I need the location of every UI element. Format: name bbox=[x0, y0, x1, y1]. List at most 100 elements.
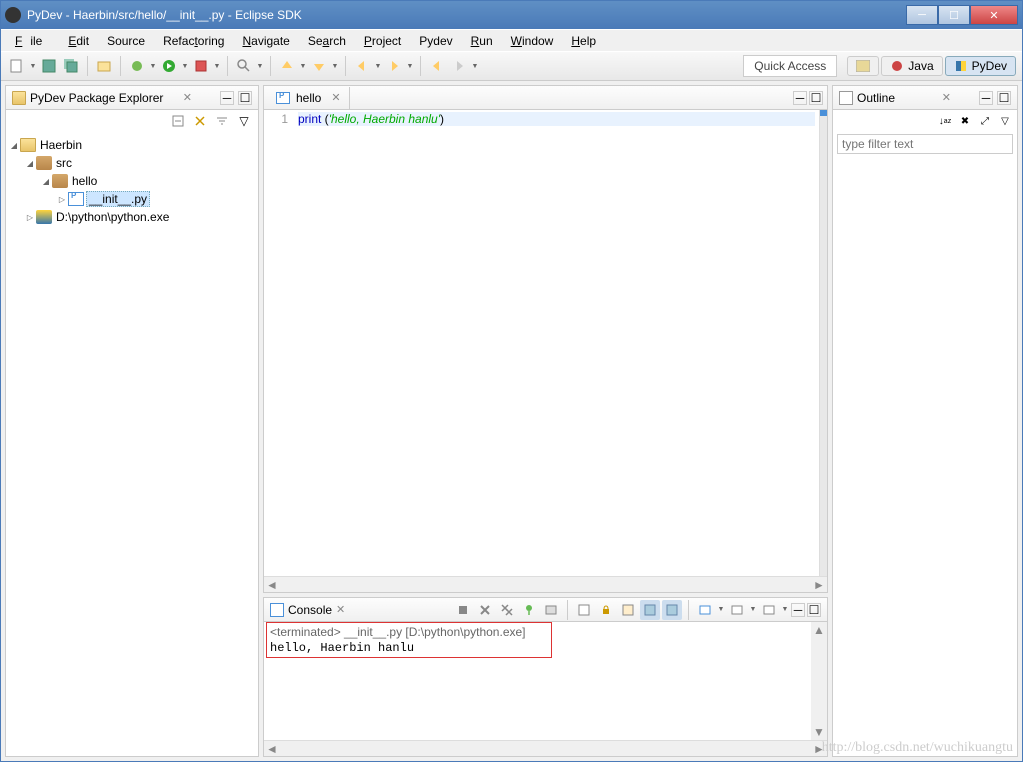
external-tools-button[interactable] bbox=[191, 56, 211, 76]
maximize-button[interactable]: ☐ bbox=[938, 5, 970, 25]
console-scrollbar-horizontal[interactable]: ◄ ► bbox=[264, 740, 827, 756]
open-console-button[interactable] bbox=[695, 600, 715, 620]
menu-refactoring[interactable]: Refactoring bbox=[155, 32, 232, 50]
console-output-dropdown[interactable]: ▼ bbox=[781, 600, 789, 620]
expand-icon[interactable]: ◢ bbox=[24, 157, 36, 169]
remove-all-terminated-button[interactable] bbox=[497, 600, 517, 620]
save-button[interactable] bbox=[39, 56, 59, 76]
console-minimize-button[interactable]: ─ bbox=[791, 603, 805, 617]
tree-package[interactable]: ◢ hello bbox=[8, 172, 256, 190]
scroll-down-icon[interactable]: ▼ bbox=[811, 724, 827, 740]
editor-tab-close-icon[interactable]: ✕ bbox=[331, 91, 340, 104]
code-area[interactable]: print ('hello, Haerbin hanlu') bbox=[294, 110, 819, 576]
quick-access-field[interactable]: Quick Access bbox=[743, 55, 837, 77]
console-maximize-button[interactable]: ☐ bbox=[807, 603, 821, 617]
scroll-up-icon[interactable]: ▲ bbox=[811, 622, 827, 638]
tree-file[interactable]: ▷ __init__.py bbox=[8, 190, 256, 208]
filters-button[interactable] bbox=[214, 113, 230, 129]
console-view-button[interactable] bbox=[662, 600, 682, 620]
run-dropdown[interactable]: ▼ bbox=[181, 56, 189, 76]
run-button[interactable] bbox=[159, 56, 179, 76]
menu-pydev[interactable]: Pydev bbox=[411, 32, 460, 50]
new-console-dropdown[interactable]: ▼ bbox=[749, 600, 757, 620]
forward-dropdown[interactable]: ▼ bbox=[406, 56, 414, 76]
remove-terminated-button[interactable] bbox=[475, 600, 495, 620]
expand-icon[interactable]: ▷ bbox=[24, 211, 36, 223]
menu-edit[interactable]: Edit bbox=[60, 32, 97, 50]
debug-button[interactable] bbox=[127, 56, 147, 76]
open-perspective-button[interactable] bbox=[847, 56, 879, 76]
new-button[interactable] bbox=[7, 56, 27, 76]
new-console-button[interactable] bbox=[727, 600, 747, 620]
tree-src[interactable]: ◢ src bbox=[8, 154, 256, 172]
terminate-button[interactable] bbox=[453, 600, 473, 620]
forward-button[interactable] bbox=[384, 56, 404, 76]
prev-annotation-button[interactable] bbox=[277, 56, 297, 76]
minimize-button[interactable]: ─ bbox=[906, 5, 938, 25]
scroll-lock-button[interactable] bbox=[596, 600, 616, 620]
editor-content[interactable]: 1 print ('hello, Haerbin hanlu') bbox=[264, 110, 827, 576]
outline-close-icon[interactable]: ✕ bbox=[942, 91, 951, 104]
menu-source[interactable]: Source bbox=[99, 32, 153, 50]
back-dropdown[interactable]: ▼ bbox=[374, 56, 382, 76]
outline-menu-button[interactable]: ▽ bbox=[997, 113, 1013, 129]
console-output-button[interactable] bbox=[759, 600, 779, 620]
new-dropdown[interactable]: ▼ bbox=[29, 56, 37, 76]
scroll-left-icon[interactable]: ◄ bbox=[264, 741, 280, 757]
outline-minimize-button[interactable]: ─ bbox=[979, 91, 993, 105]
collapse-all-button[interactable] bbox=[170, 113, 186, 129]
expand-icon[interactable]: ◢ bbox=[40, 175, 52, 187]
menu-file[interactable]: File bbox=[7, 32, 58, 50]
menu-search[interactable]: Search bbox=[300, 32, 354, 50]
menu-help[interactable]: Help bbox=[563, 32, 604, 50]
menu-project[interactable]: Project bbox=[356, 32, 409, 50]
editor-tab-hello[interactable]: hello ✕ bbox=[268, 87, 350, 109]
expand-button[interactable]: ⤢ bbox=[977, 113, 993, 129]
external-tools-dropdown[interactable]: ▼ bbox=[213, 56, 221, 76]
clear-console-button[interactable] bbox=[574, 600, 594, 620]
console-selected-button[interactable] bbox=[640, 600, 660, 620]
last-edit-button[interactable] bbox=[427, 56, 447, 76]
pydev-perspective-button[interactable]: PyDev bbox=[945, 56, 1016, 76]
editor-minimize-button[interactable]: ─ bbox=[793, 91, 807, 105]
pin-console-button[interactable] bbox=[519, 600, 539, 620]
menu-navigate[interactable]: Navigate bbox=[234, 32, 297, 50]
java-perspective-button[interactable]: Java bbox=[881, 56, 942, 76]
scroll-right-icon[interactable]: ► bbox=[811, 577, 827, 593]
link-editor-button[interactable] bbox=[192, 113, 208, 129]
console-scrollbar-vertical[interactable]: ▲ ▼ bbox=[811, 622, 827, 740]
view-maximize-button[interactable]: ☐ bbox=[238, 91, 252, 105]
console-output-area[interactable]: <terminated> __init__.py [D:\python\pyth… bbox=[264, 622, 827, 740]
menu-window[interactable]: Window bbox=[503, 32, 562, 50]
back-button[interactable] bbox=[352, 56, 372, 76]
display-console-button[interactable] bbox=[541, 600, 561, 620]
overview-ruler[interactable] bbox=[819, 110, 827, 576]
outline-filter-input[interactable] bbox=[837, 134, 1013, 154]
search-dropdown[interactable]: ▼ bbox=[256, 56, 264, 76]
package-explorer-close-icon[interactable]: ✕ bbox=[183, 91, 192, 104]
expand-icon[interactable]: ▷ bbox=[56, 193, 68, 205]
next-edit-button[interactable] bbox=[449, 56, 469, 76]
sort-button[interactable]: ↓az bbox=[937, 113, 953, 129]
outline-maximize-button[interactable]: ☐ bbox=[997, 91, 1011, 105]
close-button[interactable]: ✕ bbox=[970, 5, 1018, 25]
hide-fields-button[interactable]: ✖ bbox=[957, 113, 973, 129]
tree-python-exe[interactable]: ▷ D:\python\python.exe bbox=[8, 208, 256, 226]
search-button[interactable] bbox=[234, 56, 254, 76]
next-edit-dropdown[interactable]: ▼ bbox=[471, 56, 479, 76]
next-annotation-button[interactable] bbox=[309, 56, 329, 76]
prev-annotation-dropdown[interactable]: ▼ bbox=[299, 56, 307, 76]
show-console-button[interactable] bbox=[618, 600, 638, 620]
expand-icon[interactable]: ◢ bbox=[8, 139, 20, 151]
open-console-dropdown[interactable]: ▼ bbox=[717, 600, 725, 620]
view-minimize-button[interactable]: ─ bbox=[220, 91, 234, 105]
tree-project[interactable]: ◢ Haerbin bbox=[8, 136, 256, 154]
next-annotation-dropdown[interactable]: ▼ bbox=[331, 56, 339, 76]
menu-run[interactable]: Run bbox=[463, 32, 501, 50]
console-close-icon[interactable]: ✕ bbox=[336, 603, 345, 616]
editor-maximize-button[interactable]: ☐ bbox=[809, 91, 823, 105]
view-menu-button[interactable]: ▽ bbox=[236, 113, 252, 129]
scroll-left-icon[interactable]: ◄ bbox=[264, 577, 280, 593]
open-button[interactable] bbox=[94, 56, 114, 76]
editor-scrollbar-horizontal[interactable]: ◄ ► bbox=[264, 576, 827, 592]
